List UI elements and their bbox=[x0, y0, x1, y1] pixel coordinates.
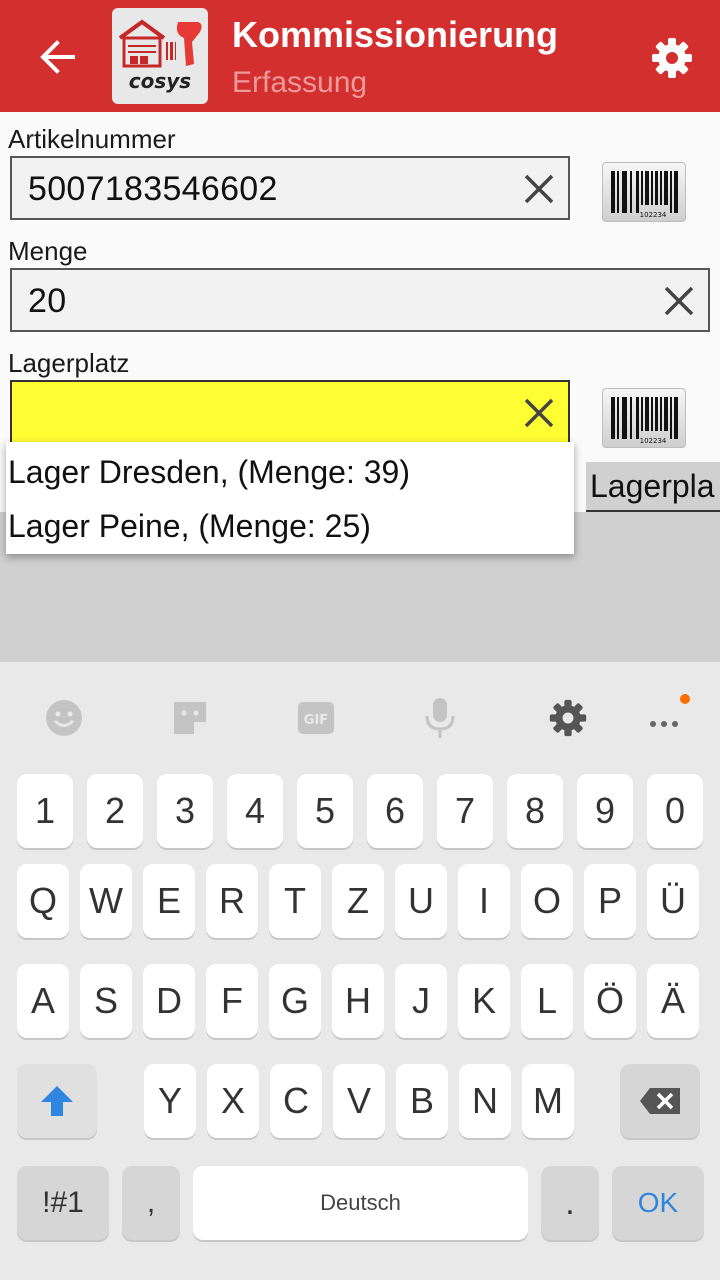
key-p[interactable]: P bbox=[584, 864, 636, 938]
key-y[interactable]: Y bbox=[144, 1064, 196, 1138]
settings-icon bbox=[549, 699, 587, 737]
space-key[interactable]: Deutsch bbox=[193, 1166, 528, 1240]
menge-label: Menge bbox=[8, 236, 88, 266]
key-2[interactable]: 2 bbox=[87, 774, 143, 848]
svg-text:102234: 102234 bbox=[640, 211, 667, 219]
microphone-icon bbox=[425, 698, 455, 738]
scan-barcode-button[interactable]: 102234 bbox=[602, 162, 686, 222]
key-e[interactable]: E bbox=[143, 864, 195, 938]
backspace-icon bbox=[640, 1088, 680, 1114]
symbols-key[interactable]: !#1 bbox=[17, 1166, 109, 1240]
period-key[interactable]: . bbox=[541, 1166, 599, 1240]
settings-button[interactable] bbox=[640, 26, 704, 90]
shift-arrow-icon bbox=[41, 1086, 73, 1116]
key-h[interactable]: H bbox=[332, 964, 384, 1038]
clear-icon[interactable] bbox=[520, 170, 558, 208]
menge-input[interactable]: 20 bbox=[10, 268, 710, 332]
clear-icon[interactable] bbox=[520, 394, 558, 432]
key-9[interactable]: 9 bbox=[577, 774, 633, 848]
backspace-key[interactable] bbox=[620, 1064, 700, 1138]
column-header-lagerplatz: Lagerpla bbox=[586, 462, 720, 512]
key-5[interactable]: 5 bbox=[297, 774, 353, 848]
key-m[interactable]: M bbox=[522, 1064, 574, 1138]
voice-input-button[interactable] bbox=[416, 694, 464, 742]
gif-icon: GIF bbox=[298, 702, 334, 734]
key-ae[interactable]: Ä bbox=[647, 964, 699, 1038]
suggestion-item[interactable]: Lager Dresden, (Menge: 39) bbox=[8, 454, 410, 491]
gif-button[interactable]: GIF bbox=[292, 694, 340, 742]
artikel-label: Artikelnummer bbox=[8, 124, 176, 154]
key-0[interactable]: 0 bbox=[647, 774, 703, 848]
key-a[interactable]: A bbox=[17, 964, 69, 1038]
key-s[interactable]: S bbox=[80, 964, 132, 1038]
key-v[interactable]: V bbox=[333, 1064, 385, 1138]
key-z[interactable]: Z bbox=[332, 864, 384, 938]
svg-text:102234: 102234 bbox=[640, 437, 667, 445]
page-title: Kommissionierung bbox=[232, 14, 559, 55]
ok-key[interactable]: OK bbox=[612, 1166, 704, 1240]
app-logo: cosys bbox=[112, 8, 208, 104]
sticker-icon bbox=[174, 702, 206, 734]
more-icon bbox=[650, 721, 678, 727]
key-8[interactable]: 8 bbox=[507, 774, 563, 848]
app-bar: cosys Kommissionierung Erfassung bbox=[0, 0, 720, 112]
key-4[interactable]: 4 bbox=[227, 774, 283, 848]
lager-label: Lagerplatz bbox=[8, 348, 130, 378]
notification-dot bbox=[680, 694, 690, 704]
key-g[interactable]: G bbox=[269, 964, 321, 1038]
key-f[interactable]: F bbox=[206, 964, 258, 1038]
menge-value: 20 bbox=[28, 282, 67, 320]
barcode-icon: 102234 bbox=[611, 397, 678, 445]
shift-key[interactable] bbox=[17, 1064, 97, 1138]
key-r[interactable]: R bbox=[206, 864, 258, 938]
emoji-icon bbox=[46, 700, 82, 736]
key-w[interactable]: W bbox=[80, 864, 132, 938]
comma-key[interactable]: , bbox=[122, 1166, 180, 1240]
artikel-value: 5007183546602 bbox=[28, 170, 278, 208]
key-t[interactable]: T bbox=[269, 864, 321, 938]
clear-icon[interactable] bbox=[660, 282, 698, 320]
emoji-button[interactable] bbox=[40, 694, 88, 742]
suggestion-item[interactable]: Lager Peine, (Menge: 25) bbox=[8, 508, 371, 545]
page-subtitle: Erfassung bbox=[232, 66, 368, 99]
key-k[interactable]: K bbox=[458, 964, 510, 1038]
arrow-left-icon bbox=[40, 40, 75, 74]
suggestion-dropdown: Lager Dresden, (Menge: 39) Lager Peine, … bbox=[6, 442, 574, 554]
keyboard-settings-button[interactable] bbox=[544, 694, 592, 742]
gear-icon bbox=[652, 38, 692, 78]
barcode-icon: 102234 bbox=[611, 171, 678, 219]
key-d[interactable]: D bbox=[143, 964, 195, 1038]
artikel-input[interactable]: 5007183546602 bbox=[10, 156, 570, 220]
key-i[interactable]: I bbox=[458, 864, 510, 938]
svg-text:cosys: cosys bbox=[129, 69, 192, 93]
lager-input[interactable] bbox=[10, 380, 570, 444]
key-u[interactable]: U bbox=[395, 864, 447, 938]
key-x[interactable]: X bbox=[207, 1064, 259, 1138]
key-o[interactable]: O bbox=[521, 864, 573, 938]
key-1[interactable]: 1 bbox=[17, 774, 73, 848]
key-n[interactable]: N bbox=[459, 1064, 511, 1138]
key-j[interactable]: J bbox=[395, 964, 447, 1038]
scan-barcode-button-lager[interactable]: 102234 bbox=[602, 388, 686, 448]
key-ue[interactable]: Ü bbox=[647, 864, 699, 938]
key-oe[interactable]: Ö bbox=[584, 964, 636, 1038]
key-7[interactable]: 7 bbox=[437, 774, 493, 848]
back-button[interactable] bbox=[22, 22, 92, 92]
key-b[interactable]: B bbox=[396, 1064, 448, 1138]
key-6[interactable]: 6 bbox=[367, 774, 423, 848]
sticker-button[interactable] bbox=[166, 694, 214, 742]
key-3[interactable]: 3 bbox=[157, 774, 213, 848]
key-c[interactable]: C bbox=[270, 1064, 322, 1138]
key-q[interactable]: Q bbox=[17, 864, 69, 938]
svg-text:GIF: GIF bbox=[304, 713, 328, 728]
key-l[interactable]: L bbox=[521, 964, 573, 1038]
